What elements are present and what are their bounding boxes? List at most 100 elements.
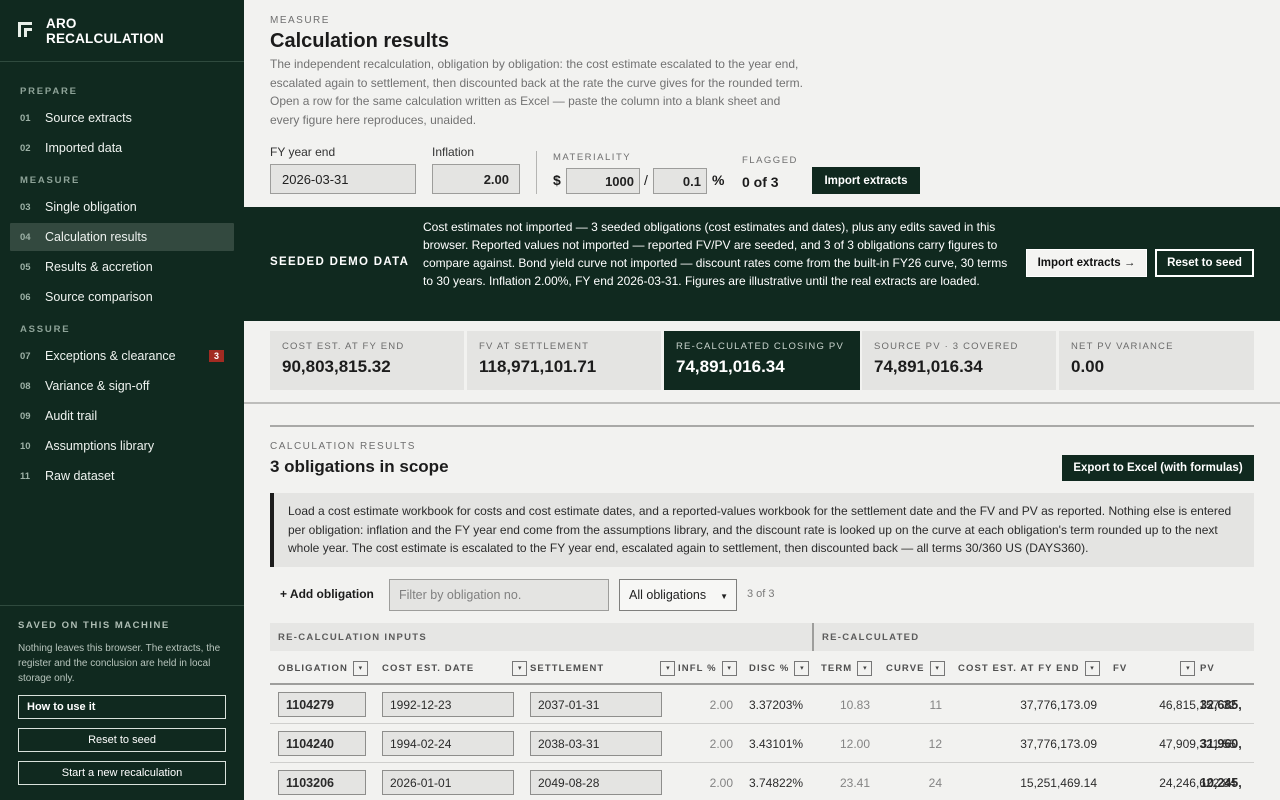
page-eyebrow: MEASURE — [270, 15, 330, 26]
col-disc[interactable]: DISC % ▾ — [749, 653, 810, 683]
sort-icon[interactable]: ▾ — [660, 660, 676, 676]
inflation-input[interactable]: 2.00 — [432, 164, 520, 194]
col-fv[interactable]: FV ▾ — [1113, 653, 1196, 683]
sort-icon[interactable]: ▾ — [721, 660, 737, 676]
new-recalculation-button[interactable]: Start a new recalculation — [18, 761, 226, 785]
nav-item-number: 04 — [20, 231, 31, 243]
obligation-input[interactable]: 1104240 — [278, 731, 366, 756]
nav-section-measure: MEASURE — [20, 175, 81, 186]
sidebar: ARO RECALCULATION PREPARE 01 Source extra… — [0, 0, 244, 800]
nav-item-single-obligation[interactable]: 03 Single obligation — [10, 193, 234, 221]
banner-import-button[interactable]: Import extracts → — [1026, 249, 1147, 277]
obligation-filter-select[interactable]: All obligations ▼ — [619, 579, 737, 611]
cost-date-input[interactable]: 1994-02-24 — [382, 731, 514, 756]
obligation-input[interactable]: 1104279 — [278, 692, 366, 717]
sort-icon[interactable]: ▾ — [1180, 660, 1196, 676]
col-term[interactable]: TERM ▾ — [821, 653, 873, 683]
sort-icon[interactable]: ▾ — [929, 660, 945, 676]
pv-cell: 10,245, — [1200, 775, 1242, 790]
col-obligation[interactable]: OBLIGATION ▾ — [278, 653, 368, 683]
nav-item-source-comparison[interactable]: 06 Source comparison — [10, 283, 234, 311]
nav-item-imported-data[interactable]: 02 Imported data — [10, 134, 234, 162]
results-note: Load a cost estimate workbook for costs … — [270, 493, 1254, 567]
exceptions-count-badge: 3 — [208, 350, 224, 362]
table-row[interactable]: 1103206 2026-01-01 2049-08-28 2.00 3.748… — [270, 763, 1254, 800]
infl-cell: 2.00 — [709, 736, 733, 751]
col-settlement[interactable]: SETTLEMENT ▾ — [530, 653, 676, 683]
nav-item-number: 10 — [20, 440, 31, 452]
col-label: DISC % — [749, 662, 790, 674]
col-cost-fy[interactable]: COST EST. AT FY END ▾ — [958, 653, 1100, 683]
saved-title: SAVED ON THIS MACHINE — [18, 620, 170, 631]
flagged-label: FLAGGED — [742, 155, 798, 166]
saved-panel: SAVED ON THIS MACHINE Nothing leaves thi… — [0, 605, 244, 800]
page-intro: The independent recalculation, obligatio… — [270, 57, 803, 127]
percent-sign: % — [712, 172, 725, 188]
nav-section-prepare: PREPARE — [20, 86, 78, 97]
obligation-input[interactable]: 1103206 — [278, 770, 366, 795]
sort-icon[interactable]: ▾ — [1084, 660, 1100, 676]
nav-item-results-accretion[interactable]: 05 Results & accretion — [10, 253, 234, 281]
nav-item-number: 09 — [20, 410, 31, 422]
fy-label: FY year end — [270, 145, 336, 159]
section-divider — [244, 402, 1280, 404]
main-content: MEASURE Calculation results The independ… — [244, 0, 1280, 800]
fy-year-end-input[interactable]: 2026-03-31 — [270, 164, 416, 194]
brand: ARO RECALCULATION — [0, 0, 244, 62]
results-top-rule — [270, 425, 1254, 427]
stat-label: SOURCE PV · 3 COVERED — [874, 341, 1019, 352]
banner-title: SEEDED DEMO DATA — [270, 256, 410, 268]
sort-icon[interactable]: ▾ — [352, 660, 368, 676]
stat-value: 74,891,016.34 — [874, 357, 983, 376]
settlement-input[interactable]: 2037-01-31 — [530, 692, 662, 717]
stat-label: RE-CALCULATED CLOSING PV — [676, 341, 844, 352]
table-row[interactable]: 1104240 1994-02-24 2038-03-31 2.00 3.431… — [270, 724, 1254, 763]
sidebar-reset-button[interactable]: Reset to seed — [18, 728, 226, 752]
export-excel-button[interactable]: Export to Excel (with formulas) — [1062, 455, 1254, 481]
nav-item-exceptions[interactable]: 07 Exceptions & clearance 3 — [10, 342, 234, 370]
nav-item-source-extracts[interactable]: 01 Source extracts — [10, 104, 234, 132]
col-infl[interactable]: INFL % ▾ — [678, 653, 737, 683]
result-count: 3 of 3 — [747, 588, 775, 600]
inflation-label: Inflation — [432, 145, 475, 159]
nav-item-assumptions-library[interactable]: 10 Assumptions library — [10, 432, 234, 460]
nav-item-number: 03 — [20, 201, 31, 213]
sort-icon[interactable]: ▾ — [794, 660, 810, 676]
nav-item-variance-signoff[interactable]: 08 Variance & sign-off — [10, 372, 234, 400]
cost-date-input[interactable]: 1992-12-23 — [382, 692, 514, 717]
add-obligation-button[interactable]: + Add obligation — [280, 587, 374, 601]
term-cell: 10.83 — [839, 697, 870, 712]
nav-item-label: Exceptions & clearance — [45, 349, 176, 363]
nav-item-label: Imported data — [45, 141, 123, 155]
cost-date-input[interactable]: 2026-01-01 — [382, 770, 514, 795]
nav-item-raw-dataset[interactable]: 11 Raw dataset — [10, 462, 234, 490]
col-cost-est-date[interactable]: COST EST. DATE ▾ — [382, 653, 528, 683]
controls-divider — [536, 151, 537, 194]
seeded-data-banner: SEEDED DEMO DATA Cost estimates not impo… — [244, 207, 1280, 321]
term-cell: 23.41 — [839, 775, 870, 790]
col-pv[interactable]: PV — [1200, 653, 1215, 683]
settlement-input[interactable]: 2049-08-28 — [530, 770, 662, 795]
settlement-input[interactable]: 2038-03-31 — [530, 731, 662, 756]
nav-item-number: 11 — [20, 470, 31, 482]
materiality-label: MATERIALITY — [553, 152, 632, 163]
banner-reset-button[interactable]: Reset to seed — [1155, 249, 1254, 277]
materiality-amount-input[interactable]: 1000 — [566, 168, 640, 194]
materiality-percent-input[interactable]: 0.1 — [653, 168, 707, 194]
how-to-use-button[interactable]: How to use it — [18, 695, 226, 719]
col-label: COST EST. DATE — [382, 662, 475, 674]
sort-icon[interactable]: ▾ — [512, 660, 528, 676]
filter-select-value: All obligations — [629, 588, 707, 602]
table-row[interactable]: 1104279 1992-12-23 2037-01-31 2.00 3.372… — [270, 685, 1254, 724]
sort-icon[interactable]: ▾ — [857, 660, 873, 676]
col-curve[interactable]: CURVE ▾ — [886, 653, 945, 683]
import-extracts-button[interactable]: Import extracts — [812, 167, 920, 194]
nav-item-audit-trail[interactable]: 09 Audit trail — [10, 402, 234, 430]
brand-line-1: ARO — [46, 16, 77, 31]
infl-cell: 2.00 — [709, 775, 733, 790]
nav-item-label: Results & accretion — [45, 260, 153, 274]
banner-text: Cost estimates not imported — 3 seeded o… — [423, 220, 1008, 288]
obligation-filter-input[interactable]: Filter by obligation no. — [389, 579, 609, 611]
nav-item-calculation-results[interactable]: 04 Calculation results — [10, 223, 234, 251]
nav-item-label: Calculation results — [45, 230, 148, 244]
